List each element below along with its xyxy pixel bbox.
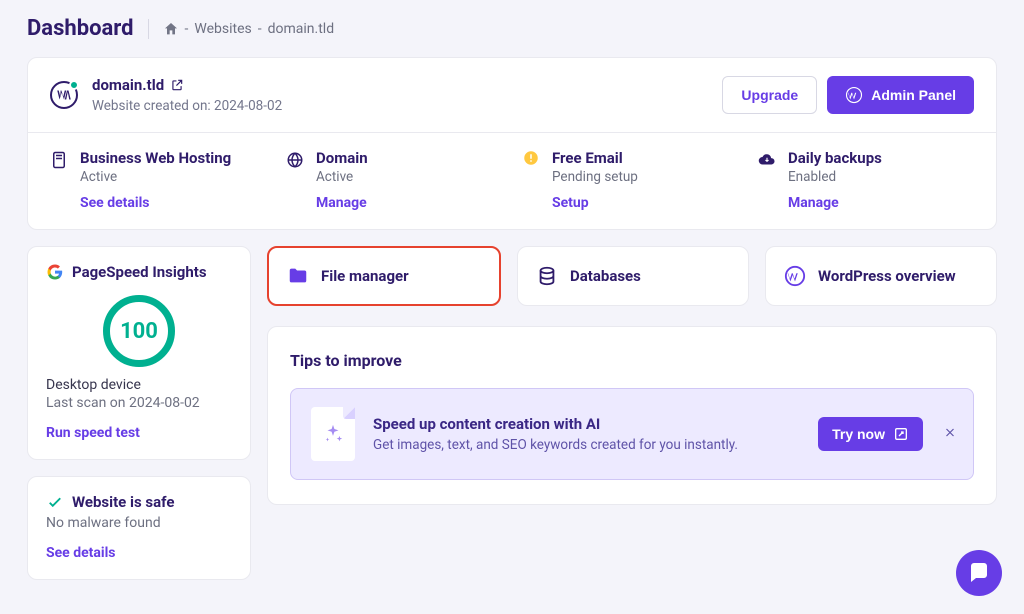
breadcrumb-sep: - bbox=[185, 21, 189, 37]
pagespeed-card: PageSpeed Insights 100 Desktop device La… bbox=[27, 246, 251, 460]
domain-name: domain.tld bbox=[92, 76, 164, 94]
created-label: Website created on: 2024-08-02 bbox=[92, 98, 282, 114]
server-icon bbox=[50, 151, 68, 169]
upgrade-button[interactable]: Upgrade bbox=[722, 76, 817, 114]
pagespeed-device: Desktop device bbox=[46, 377, 232, 393]
breadcrumb-sep: - bbox=[258, 21, 262, 37]
hosting-link[interactable]: See details bbox=[80, 195, 231, 211]
shortcut-label: File manager bbox=[321, 267, 409, 285]
warning-icon bbox=[522, 149, 540, 167]
try-now-button[interactable]: Try now bbox=[818, 417, 923, 451]
sparkle-icon bbox=[311, 407, 355, 461]
run-speed-test-link[interactable]: Run speed test bbox=[46, 425, 232, 441]
domain-title: Domain bbox=[316, 149, 368, 167]
safety-card: Website is safe No malware found See det… bbox=[27, 476, 251, 580]
databases-shortcut[interactable]: Databases bbox=[517, 246, 749, 306]
breadcrumb: - Websites - domain.tld bbox=[163, 21, 335, 37]
breadcrumb-websites[interactable]: Websites bbox=[194, 21, 251, 37]
pagespeed-gauge: 100 bbox=[103, 295, 175, 367]
check-icon bbox=[46, 493, 64, 511]
status-dot bbox=[69, 80, 79, 90]
shortcut-label: WordPress overview bbox=[818, 267, 956, 285]
backups-link[interactable]: Manage bbox=[788, 195, 882, 211]
tip-desc: Get images, text, and SEO keywords creat… bbox=[373, 437, 800, 453]
site-summary-card: domain.tld Website created on: 2024-08-0… bbox=[27, 57, 997, 230]
tips-section-title: Tips to improve bbox=[290, 351, 974, 370]
backups-status: Daily backups Enabled Manage bbox=[758, 149, 974, 211]
tip-title: Speed up content creation with AI bbox=[373, 415, 800, 433]
email-title: Free Email bbox=[552, 149, 638, 167]
divider bbox=[148, 19, 149, 39]
try-now-label: Try now bbox=[832, 426, 885, 442]
email-link[interactable]: Setup bbox=[552, 195, 638, 211]
database-icon bbox=[536, 265, 558, 287]
page-title: Dashboard bbox=[27, 16, 134, 41]
email-status: Free Email Pending setup Setup bbox=[522, 149, 738, 211]
cloud-icon bbox=[758, 151, 776, 169]
admin-panel-label: Admin Panel bbox=[871, 87, 956, 103]
tip-banner: Speed up content creation with AI Get im… bbox=[290, 388, 974, 480]
folder-icon bbox=[287, 265, 309, 287]
domain-sub: Active bbox=[316, 169, 368, 185]
chat-icon bbox=[967, 561, 991, 585]
wordpress-icon bbox=[50, 81, 78, 109]
external-link-icon[interactable] bbox=[170, 78, 184, 92]
wordpress-overview-shortcut[interactable]: WordPress overview bbox=[765, 246, 997, 306]
google-g-icon bbox=[46, 263, 64, 281]
email-sub: Pending setup bbox=[552, 169, 638, 185]
domain-status: Domain Active Manage bbox=[286, 149, 502, 211]
breadcrumb-domain: domain.tld bbox=[268, 21, 334, 37]
pagespeed-title: PageSpeed Insights bbox=[72, 263, 207, 281]
backups-sub: Enabled bbox=[788, 169, 882, 185]
pagespeed-last-scan: Last scan on 2024-08-02 bbox=[46, 395, 232, 411]
file-manager-shortcut[interactable]: File manager bbox=[267, 246, 501, 306]
home-icon[interactable] bbox=[163, 21, 179, 37]
safety-sub: No malware found bbox=[46, 515, 232, 531]
open-icon bbox=[893, 426, 909, 442]
safety-title: Website is safe bbox=[72, 493, 174, 511]
backups-title: Daily backups bbox=[788, 149, 882, 167]
wordpress-small-icon bbox=[845, 86, 863, 104]
domain-link[interactable]: Manage bbox=[316, 195, 368, 211]
hosting-sub: Active bbox=[80, 169, 231, 185]
close-icon[interactable] bbox=[943, 425, 957, 444]
wordpress-icon bbox=[784, 265, 806, 287]
globe-icon bbox=[286, 151, 304, 169]
shortcut-label: Databases bbox=[570, 267, 641, 285]
tips-card: Tips to improve Speed up content creatio… bbox=[267, 326, 997, 505]
hosting-status: Business Web Hosting Active See details bbox=[50, 149, 266, 211]
hosting-title: Business Web Hosting bbox=[80, 149, 231, 167]
admin-panel-button[interactable]: Admin Panel bbox=[827, 76, 974, 114]
safety-link[interactable]: See details bbox=[46, 545, 232, 561]
chat-fab[interactable] bbox=[956, 550, 1002, 596]
